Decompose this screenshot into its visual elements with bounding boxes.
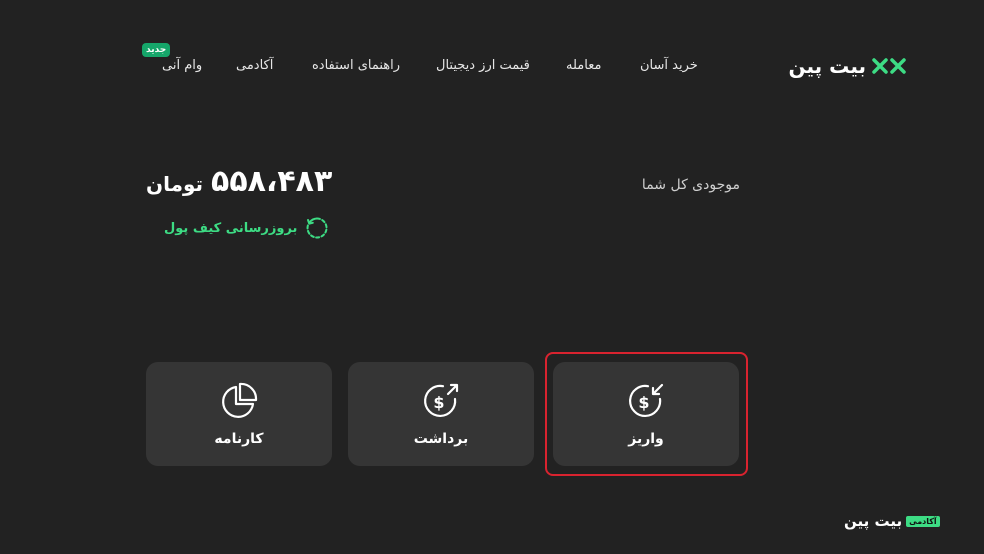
report-card[interactable]: کارنامه — [146, 362, 332, 466]
balance-amount: ۵۵۸،۴۸۳ — [211, 164, 333, 199]
report-chart-icon — [222, 382, 258, 418]
svg-text:$: $ — [433, 393, 444, 412]
new-badge: جدید — [142, 43, 171, 57]
nav-item-academy[interactable]: آکادمی — [236, 58, 273, 73]
refresh-icon — [307, 217, 328, 239]
refresh-wallet-button[interactable]: بروزرسانی کیف پول — [164, 216, 329, 240]
withdraw-icon: $ — [424, 383, 459, 418]
nav-item-easy-buy[interactable]: خرید آسان — [640, 58, 698, 73]
academy-logo-text: بیت پین — [844, 512, 903, 530]
nav-item-guide[interactable]: راهنمای استفاده — [312, 58, 400, 73]
nav-item-instant-loan[interactable]: وام آنی — [162, 58, 202, 73]
logo-text: بیت پین — [788, 54, 867, 78]
total-balance-label: موجودی کل شما — [641, 177, 740, 193]
refresh-wallet-label: بروزرسانی کیف پول — [164, 220, 298, 236]
logo[interactable]: بیت پین — [789, 54, 908, 78]
logo-mark-icon — [872, 58, 906, 74]
total-balance: ۵۵۸،۴۸۳ تومان — [146, 164, 332, 199]
nav-item-trade[interactable]: معامله — [566, 58, 601, 73]
withdraw-label: برداشت — [413, 431, 469, 447]
nav-item-crypto-prices[interactable]: قیمت ارز دیجیتال — [436, 58, 530, 73]
academy-logo: آکادمی بیت پین — [844, 512, 940, 530]
withdraw-card[interactable]: $ برداشت — [348, 362, 534, 466]
academy-tag: آکادمی — [906, 515, 940, 527]
balance-unit: تومان — [146, 172, 204, 196]
deposit-highlight-frame — [545, 352, 748, 476]
report-label: کارنامه — [214, 431, 264, 447]
